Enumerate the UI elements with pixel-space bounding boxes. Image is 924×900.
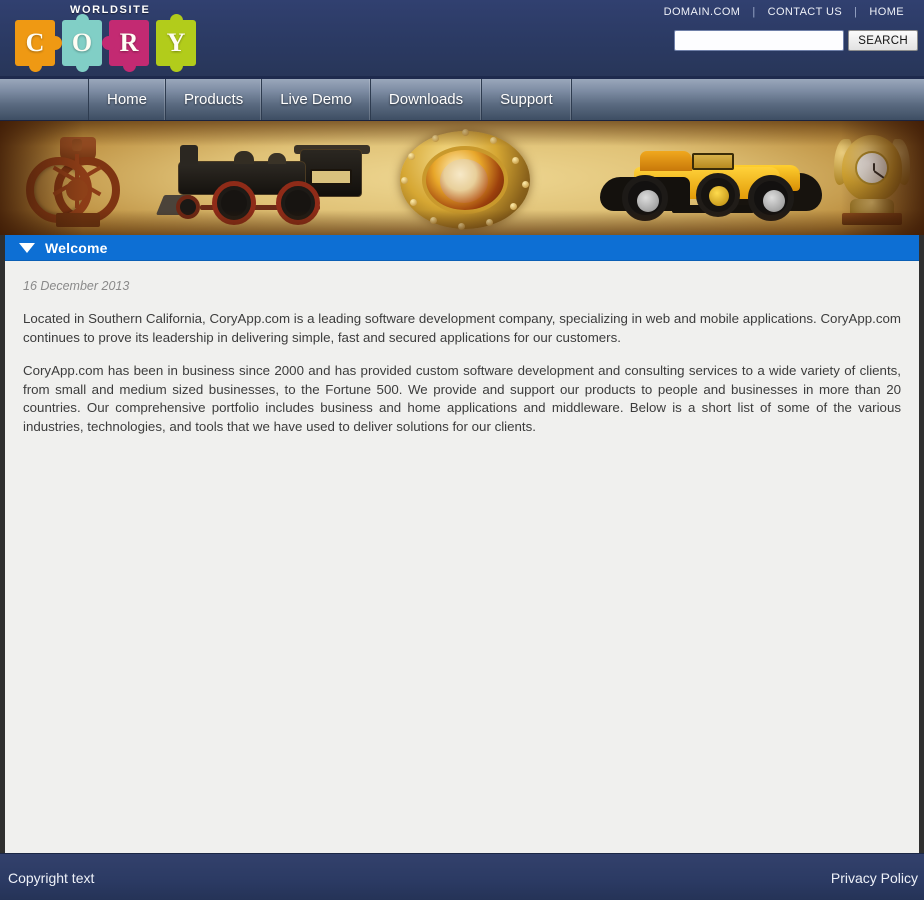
logo-letter-c: C xyxy=(25,28,45,57)
welcome-article: 16 December 2013 Located in Southern Cal… xyxy=(5,261,919,436)
welcome-section-header[interactable]: Welcome xyxy=(5,235,919,261)
article-date: 16 December 2013 xyxy=(23,279,130,293)
site-header: WORLDSITE C O R Y DOMAIN.COM | CONTACT U… xyxy=(0,0,924,78)
banner-vignette-overlay xyxy=(0,121,924,235)
nav-item-live-demo[interactable]: Live Demo xyxy=(262,79,371,120)
search-button[interactable]: SEARCH xyxy=(848,30,918,51)
top-link-contact-us[interactable]: CONTACT US xyxy=(756,6,855,18)
nav-item-downloads[interactable]: Downloads xyxy=(371,79,483,120)
article-paragraph-2: CoryApp.com has been in business since 2… xyxy=(23,363,901,434)
logo-puzzle-pieces: C O R Y xyxy=(12,14,200,72)
top-link-domain[interactable]: DOMAIN.COM xyxy=(652,6,753,18)
logo-letter-y: Y xyxy=(166,28,186,57)
nav-item-home[interactable]: Home xyxy=(88,79,167,120)
hero-banner xyxy=(0,120,924,235)
search-form: SEARCH xyxy=(674,30,918,51)
page-title: Welcome xyxy=(45,239,108,256)
site-footer: Copyright text Privacy Policy xyxy=(0,853,924,900)
logo-letter-o: O xyxy=(71,28,93,57)
article-paragraph-1: Located in Southern California, CoryApp.… xyxy=(23,311,901,345)
logo-piece-y: Y xyxy=(153,14,199,72)
logo-letter-r: R xyxy=(119,28,139,57)
page-root: WORLDSITE C O R Y DOMAIN.COM | CONTACT U… xyxy=(0,0,924,900)
nav-item-support[interactable]: Support xyxy=(482,79,572,120)
site-logo[interactable]: WORLDSITE C O R Y xyxy=(12,4,212,72)
logo-piece-o: O xyxy=(59,14,105,72)
privacy-policy-link[interactable]: Privacy Policy xyxy=(831,870,918,886)
main-content: Welcome 16 December 2013 Located in Sout… xyxy=(0,235,924,853)
top-link-home[interactable]: HOME xyxy=(857,6,916,18)
copyright-text: Copyright text xyxy=(8,870,95,886)
logo-piece-c: C xyxy=(12,17,62,72)
search-input[interactable] xyxy=(674,30,845,51)
chevron-down-icon[interactable] xyxy=(19,242,35,253)
main-navigation: Home Products Live Demo Downloads Suppor… xyxy=(0,78,924,120)
top-utility-nav: DOMAIN.COM | CONTACT US | HOME xyxy=(652,6,916,18)
nav-item-products[interactable]: Products xyxy=(166,79,263,120)
logo-piece-r: R xyxy=(102,17,152,72)
